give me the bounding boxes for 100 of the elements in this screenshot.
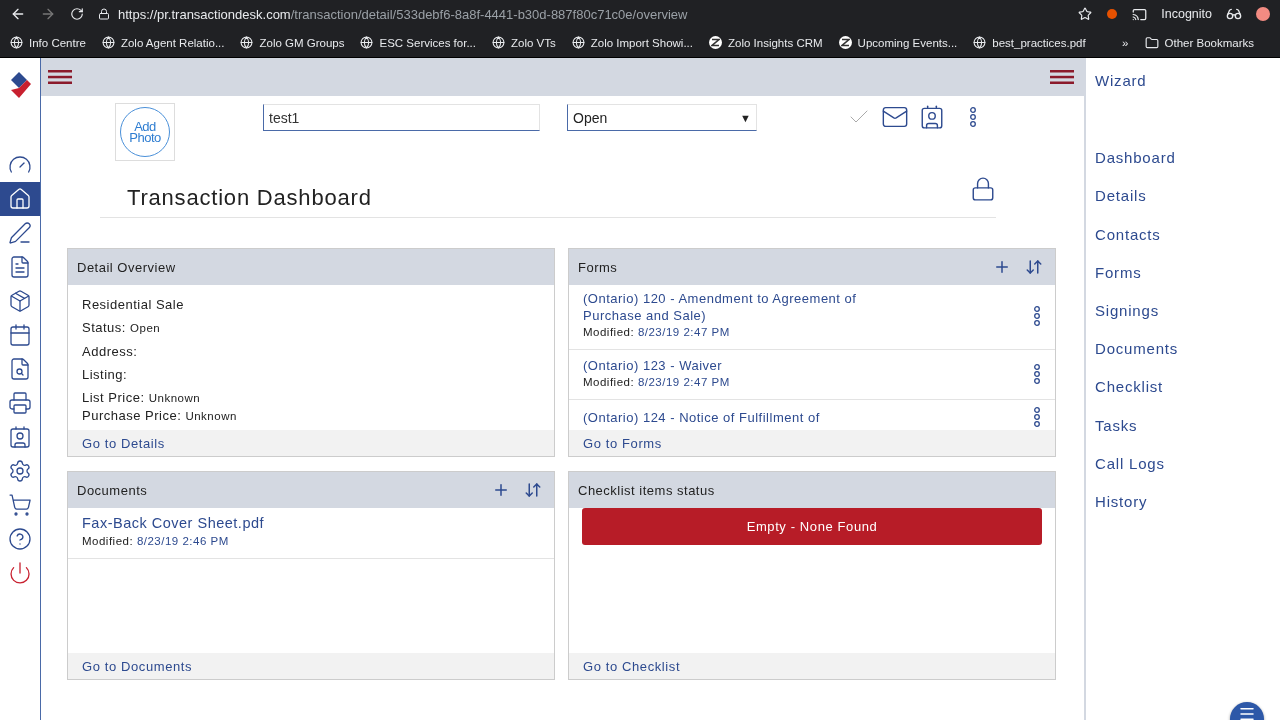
add-icon: [993, 258, 1011, 276]
globe-icon: [571, 36, 585, 49]
sort-icon: [524, 481, 542, 499]
box-icon: [8, 289, 32, 313]
printer-icon: [8, 391, 32, 415]
reload-icon[interactable]: [70, 7, 84, 21]
detail-line: Address:: [82, 343, 139, 361]
form-link[interactable]: (Ontario) 123 - Waiver: [583, 357, 730, 374]
detail-line: List Price: Unknown: [82, 389, 202, 407]
footer-link[interactable]: Go to Details: [82, 435, 165, 451]
side-nav-link[interactable]: Signings: [1095, 301, 1280, 341]
bookmark[interactable]: ESC Services for...: [360, 36, 476, 49]
name-field[interactable]: test1: [263, 104, 540, 131]
house-icon: [8, 187, 32, 211]
document-search-icon: [8, 357, 32, 381]
add-button[interactable]: [993, 258, 1011, 276]
panel-title: Detail Overview: [77, 259, 176, 275]
menu-icon: [48, 69, 72, 85]
wizard-link[interactable]: Wizard: [1095, 72, 1280, 111]
bookmark-folder[interactable]: Other Bookmarks: [1144, 35, 1254, 50]
side-nav-link[interactable]: Tasks: [1095, 416, 1280, 455]
bookmark[interactable]: Zolo VTs: [492, 36, 556, 49]
detail-line: Purchase Price: Unknown: [82, 407, 238, 425]
sort-button[interactable]: [1025, 258, 1043, 276]
panel-title: Checklist items status: [578, 482, 715, 498]
lock-button[interactable]: [970, 176, 996, 202]
document-icon: [8, 255, 32, 279]
kebab-icon: [1033, 407, 1041, 427]
form-link[interactable]: (Ontario) 120 - Amendment to Agreement of Purchase and Sale): [583, 290, 913, 324]
panel-title: Forms: [578, 259, 618, 275]
star-icon[interactable]: [1078, 7, 1093, 21]
more-button[interactable]: [1033, 364, 1041, 384]
side-nav-link[interactable]: Details: [1095, 187, 1280, 226]
bookmark[interactable]: Zolo Insights CRM: [709, 36, 823, 49]
detail-line: Status: Open: [82, 319, 162, 337]
lock-icon: [98, 8, 110, 20]
more-button[interactable]: [1033, 305, 1041, 326]
panel-title: Documents: [77, 482, 148, 498]
side-nav-link[interactable]: Documents: [1095, 340, 1280, 379]
globe-icon: [973, 36, 987, 49]
globe-icon: [360, 36, 374, 49]
document-link[interactable]: Fax-Back Cover Sheet.pdf: [82, 513, 265, 533]
more-button[interactable]: [969, 107, 977, 127]
incognito-icon: [1226, 6, 1242, 22]
globe-icon: [101, 36, 115, 49]
globe-icon: [492, 36, 505, 49]
menu-button[interactable]: [48, 69, 72, 85]
globe-icon: [10, 36, 23, 49]
lock-icon: [970, 176, 996, 202]
kebab-icon: [969, 107, 977, 127]
side-nav-link[interactable]: Contacts: [1095, 225, 1280, 264]
bookmark[interactable]: Zolo Import Showi...: [571, 36, 693, 49]
side-nav-link[interactable]: Forms: [1095, 263, 1280, 302]
sort-button[interactable]: [524, 481, 542, 499]
form-link[interactable]: (Ontario) 124 - Notice of Fulfillment of: [583, 408, 820, 426]
cast-icon[interactable]: [1132, 6, 1148, 22]
bookmark[interactable]: Info Centre: [10, 36, 86, 49]
kebab-icon: [1033, 305, 1041, 326]
status-select[interactable]: Open ▼: [567, 104, 757, 131]
footer-link[interactable]: Go to Checklist: [583, 658, 681, 674]
menu-button[interactable]: [1050, 69, 1074, 85]
menu-icon: [1050, 69, 1074, 85]
detail-line: Residential Sale: [82, 296, 185, 314]
contact-card-icon: [8, 425, 32, 449]
modified-date: Modified: 8/23/19 2:46 PM: [82, 534, 230, 549]
sort-icon: [1025, 258, 1043, 276]
bookmark[interactable]: Zolo Agent Relatio...: [101, 36, 225, 49]
kebab-icon: [1033, 364, 1041, 384]
bookmark[interactable]: best_practices.pdf: [973, 36, 1086, 49]
gears-icon: [8, 459, 32, 483]
profile-label: Incognito: [1161, 7, 1212, 21]
bookmark[interactable]: Upcoming Events...: [838, 36, 958, 49]
more-button[interactable]: [1033, 407, 1041, 427]
side-nav-link[interactable]: Call Logs: [1095, 454, 1280, 493]
more-bookmarks-button[interactable]: »: [1122, 36, 1129, 49]
menu-icon: [1238, 705, 1256, 720]
back-icon[interactable]: [10, 6, 26, 22]
globe-icon: [240, 36, 254, 49]
logo[interactable]: [9, 70, 31, 100]
footer-link[interactable]: Go to Forms: [583, 435, 662, 451]
power-icon: [8, 561, 32, 585]
side-nav-link[interactable]: Checklist: [1095, 378, 1280, 417]
add-photo-button[interactable]: Add Photo: [120, 107, 170, 157]
address-bar[interactable]: https://pr.transactiondesk.com/transaction/detail/533debf6-8a8f-4441-b30d-887f80c71c0e/overview: [118, 6, 688, 22]
modified-date: Modified: 8/23/19 2:47 PM: [583, 325, 731, 340]
cart-icon: [8, 493, 32, 517]
zolo-icon: [838, 36, 852, 49]
add-icon: [492, 481, 510, 499]
bookmark[interactable]: Zolo GM Groups: [240, 36, 345, 49]
nav-rail-button[interactable]: [0, 182, 40, 216]
page-title: Transaction Dashboard: [127, 185, 372, 211]
modified-date: Modified: 8/23/19 2:47 PM: [583, 375, 730, 390]
side-nav-link[interactable]: History: [1095, 492, 1280, 532]
forward-icon[interactable]: [40, 6, 56, 22]
add-button[interactable]: [492, 481, 510, 499]
pen-icon: [8, 221, 32, 245]
contact-button[interactable]: [919, 104, 945, 130]
footer-link[interactable]: Go to Documents: [82, 658, 193, 674]
help-icon: [8, 527, 32, 551]
side-nav-link[interactable]: Dashboard: [1095, 149, 1280, 188]
